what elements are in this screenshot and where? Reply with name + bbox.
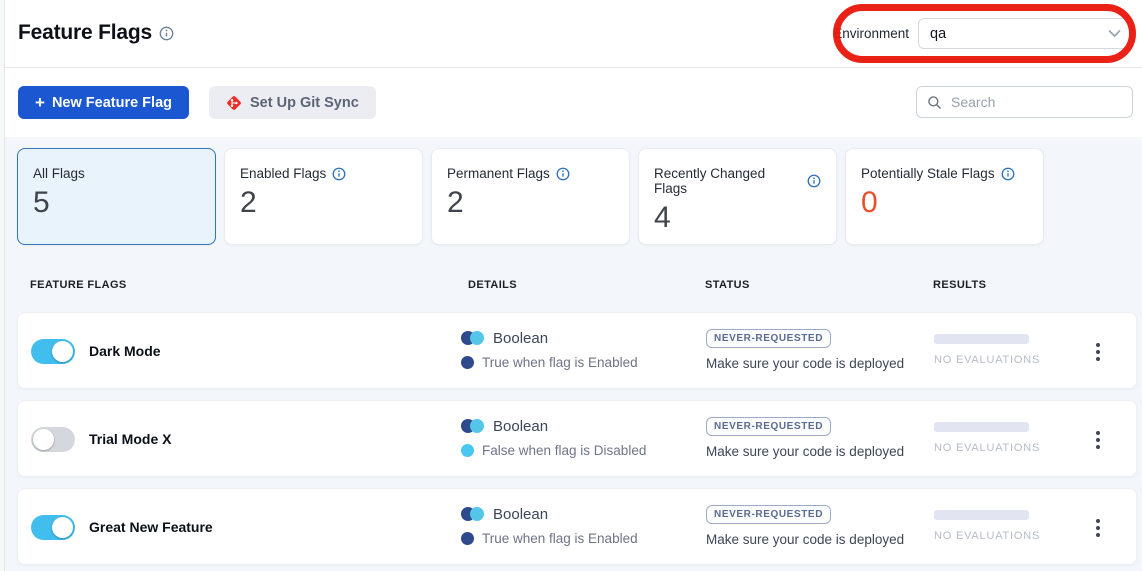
stat-card-permanent-flags[interactable]: Permanent Flags 2 <box>431 148 630 245</box>
flag-name-link[interactable]: Great New Feature <box>89 489 213 566</box>
results-bar <box>934 510 1029 520</box>
results-cell: NO EVALUATIONS <box>934 422 1040 454</box>
flag-row-trial-mode-x: Trial Mode X Boolean False when flag is … <box>17 400 1137 477</box>
page-header: Feature Flags Environment qa <box>4 0 1142 68</box>
chevron-down-icon <box>1108 29 1121 38</box>
stat-card-label: Recently Changed Flags <box>654 166 801 196</box>
toolbar: + New Feature Flag Set Up Git Sync <box>4 67 1142 138</box>
stat-card-potentially-stale-flags[interactable]: Potentially Stale Flags 0 <box>845 148 1044 245</box>
search-icon <box>927 95 942 110</box>
git-icon <box>226 95 242 111</box>
toggle-knob <box>52 517 73 538</box>
setup-git-sync-button[interactable]: Set Up Git Sync <box>209 86 376 119</box>
column-header-results: RESULTS <box>933 279 986 291</box>
default-value-text: False when flag is Disabled <box>482 443 646 458</box>
default-value-dot <box>461 532 474 545</box>
flag-toggle[interactable] <box>31 515 75 540</box>
setup-git-sync-label: Set Up Git Sync <box>250 95 359 111</box>
environment-value: qa <box>930 26 946 42</box>
boolean-type-icon <box>461 331 484 345</box>
results-label: NO EVALUATIONS <box>934 530 1040 542</box>
stat-card-all-flags[interactable]: All Flags 5 <box>17 148 216 245</box>
status-hint: Make sure your code is deployed <box>706 532 904 547</box>
default-value-dot <box>461 444 474 457</box>
flag-toggle[interactable] <box>31 427 75 452</box>
results-bar <box>934 422 1029 432</box>
flag-name-link[interactable]: Dark Mode <box>89 313 161 390</box>
new-feature-flag-button[interactable]: + New Feature Flag <box>18 86 189 119</box>
page-title-group: Feature Flags <box>18 21 174 45</box>
new-feature-flag-label: New Feature Flag <box>52 95 172 111</box>
details-cell: Boolean True when flag is Enabled <box>461 328 638 370</box>
column-header-feature-flags: FEATURE FLAGS <box>30 279 127 291</box>
status-badge: NEVER-REQUESTED <box>706 505 831 524</box>
row-menu-button[interactable] <box>1090 338 1106 366</box>
details-cell: Boolean True when flag is Enabled <box>461 504 638 546</box>
stat-card-value: 2 <box>240 188 407 218</box>
table-header: FEATURE FLAGS DETAILS STATUS RESULTS <box>4 279 1142 299</box>
default-value-text: True when flag is Enabled <box>482 355 638 370</box>
environment-dropdown[interactable]: qa <box>918 18 1133 49</box>
stat-card-label: Enabled Flags <box>240 166 326 181</box>
feature-flags-page: Feature Flags Environment qa + New Featu… <box>0 0 1142 571</box>
stat-card-enabled-flags[interactable]: Enabled Flags 2 <box>224 148 423 245</box>
stat-cards: All Flags 5 Enabled Flags 2 Permanent Fl… <box>17 148 1044 245</box>
status-badge: NEVER-REQUESTED <box>706 329 831 348</box>
flag-type-label: Boolean <box>493 330 548 347</box>
status-cell: NEVER-REQUESTED Make sure your code is d… <box>706 416 904 459</box>
flag-type-label: Boolean <box>493 418 548 435</box>
row-menu-button[interactable] <box>1090 514 1106 542</box>
stat-card-value: 5 <box>33 188 200 218</box>
stat-card-label: Permanent Flags <box>447 166 550 181</box>
column-header-details: DETAILS <box>468 279 517 291</box>
default-value-text: True when flag is Enabled <box>482 531 638 546</box>
stat-card-recently-changed-flags[interactable]: Recently Changed Flags 4 <box>638 148 837 245</box>
stat-card-value: 4 <box>654 203 821 233</box>
search-input[interactable] <box>949 93 1122 111</box>
info-icon[interactable] <box>556 167 570 181</box>
toggle-knob <box>52 341 73 362</box>
results-bar <box>934 334 1029 344</box>
page-title: Feature Flags <box>18 21 152 45</box>
info-icon[interactable] <box>1001 167 1015 181</box>
flag-row-dark-mode: Dark Mode Boolean True when flag is Enab… <box>17 312 1137 389</box>
plus-icon: + <box>35 93 45 113</box>
flag-toggle[interactable] <box>31 339 75 364</box>
flag-type-label: Boolean <box>493 506 548 523</box>
details-cell: Boolean False when flag is Disabled <box>461 416 646 458</box>
flag-row-great-new-feature: Great New Feature Boolean True when flag… <box>17 488 1137 565</box>
stat-card-value: 0 <box>861 188 1028 218</box>
status-hint: Make sure your code is deployed <box>706 444 904 459</box>
status-cell: NEVER-REQUESTED Make sure your code is d… <box>706 328 904 371</box>
stat-card-label: Potentially Stale Flags <box>861 166 995 181</box>
left-edge-strip <box>0 0 5 571</box>
environment-selector: Environment qa <box>833 18 1133 49</box>
info-icon[interactable] <box>159 26 174 41</box>
flag-name-link[interactable]: Trial Mode X <box>89 401 171 478</box>
boolean-type-icon <box>461 507 484 521</box>
environment-label: Environment <box>833 26 909 41</box>
status-cell: NEVER-REQUESTED Make sure your code is d… <box>706 504 904 547</box>
stat-card-label: All Flags <box>33 166 85 181</box>
results-cell: NO EVALUATIONS <box>934 510 1040 542</box>
results-cell: NO EVALUATIONS <box>934 334 1040 366</box>
status-hint: Make sure your code is deployed <box>706 356 904 371</box>
info-icon[interactable] <box>807 174 821 188</box>
stat-card-value: 2 <box>447 188 614 218</box>
info-icon[interactable] <box>332 167 346 181</box>
row-menu-button[interactable] <box>1090 426 1106 454</box>
results-label: NO EVALUATIONS <box>934 354 1040 366</box>
status-badge: NEVER-REQUESTED <box>706 417 831 436</box>
column-header-status: STATUS <box>705 279 750 291</box>
results-label: NO EVALUATIONS <box>934 442 1040 454</box>
default-value-dot <box>461 356 474 369</box>
toggle-knob <box>33 429 54 450</box>
content-area: All Flags 5 Enabled Flags 2 Permanent Fl… <box>4 137 1142 571</box>
search-box[interactable] <box>916 86 1133 118</box>
boolean-type-icon <box>461 419 484 433</box>
